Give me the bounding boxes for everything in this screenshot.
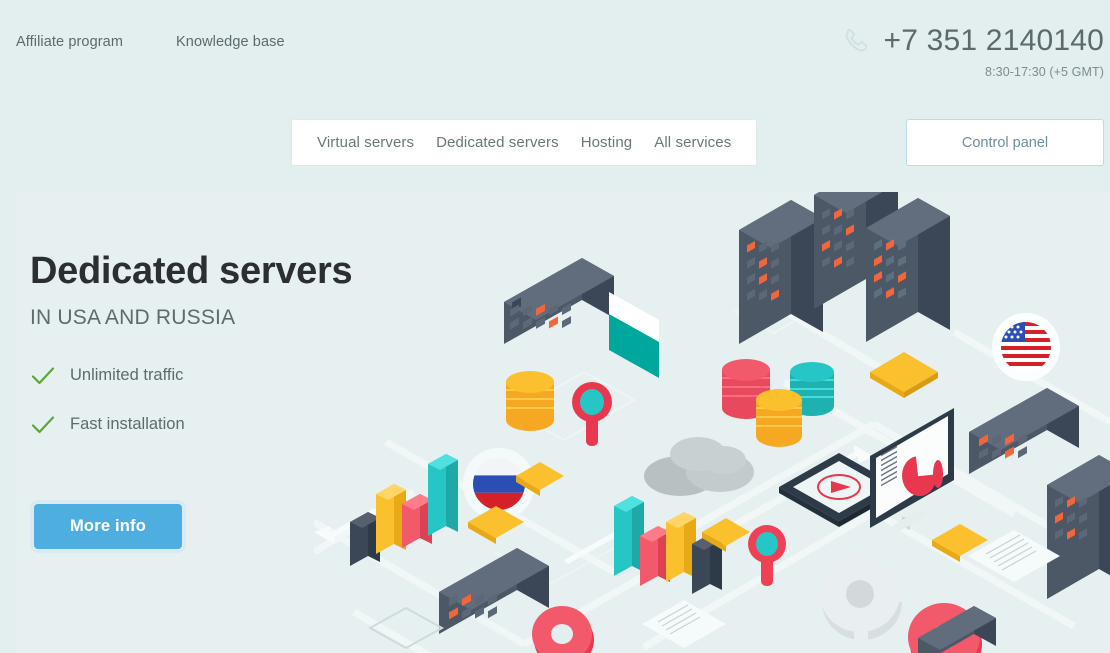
hero-copy: Dedicated servers IN USA AND RUSSIA Unli… — [30, 250, 450, 553]
magnifier-red — [572, 382, 612, 446]
feature-item: Fast installation — [30, 410, 450, 440]
phone-hours: 8:30-17:30 (+5 GMT) — [985, 65, 1104, 79]
server-rack — [969, 388, 1079, 474]
top-bar: Affiliate program Knowledge base +7 351 … — [0, 0, 1110, 100]
nav-item-hosting[interactable]: Hosting — [570, 134, 644, 151]
contact-block: +7 351 2140140 8:30-17:30 (+5 GMT) — [843, 26, 1104, 79]
more-info-button[interactable]: More info — [34, 503, 182, 549]
top-link-affiliate-program[interactable]: Affiliate program — [16, 34, 123, 50]
cloud-icon — [644, 437, 754, 496]
note-yellow — [870, 352, 938, 398]
top-link-knowledge-base[interactable]: Knowledge base — [176, 34, 285, 50]
check-icon — [31, 416, 55, 433]
cta-focus-ring: More info — [30, 499, 186, 553]
gear-white — [816, 550, 906, 640]
feature-item: Unlimited traffic — [30, 361, 450, 391]
feature-label: Fast installation — [70, 415, 185, 434]
server-rack — [504, 258, 614, 344]
phone-icon — [846, 28, 868, 52]
check-icon — [31, 367, 55, 384]
hero-subtitle: IN USA AND RUSSIA — [30, 305, 236, 329]
feature-label: Unlimited traffic — [70, 366, 184, 385]
server-tower — [1047, 455, 1110, 599]
coin-stack-yellow — [506, 371, 554, 431]
server-tower — [739, 200, 823, 344]
page-title: Dedicated servers — [30, 250, 353, 292]
magnifier-pink — [748, 525, 786, 586]
folder-icon — [609, 292, 659, 378]
flag-usa — [992, 313, 1060, 381]
nav-item-all-services[interactable]: All services — [643, 134, 742, 151]
phone-row[interactable]: +7 351 2140140 — [843, 26, 1104, 56]
nav-item-dedicated-servers[interactable]: Dedicated servers — [425, 134, 570, 151]
top-links: Affiliate program Knowledge base — [16, 34, 285, 50]
phone-number: +7 351 2140140 — [883, 24, 1104, 57]
control-panel-button[interactable]: Control panel — [906, 119, 1104, 166]
main-nav: Virtual servers Dedicated servers Hostin… — [291, 119, 758, 166]
coin-stack-yellow — [756, 389, 802, 447]
landing-page: Affiliate program Knowledge base +7 351 … — [0, 0, 1110, 653]
bar-chart — [614, 496, 722, 594]
hero-section: Dedicated servers IN USA AND RUSSIA Unli… — [16, 192, 1110, 653]
feature-list: Unlimited traffic Fast installation — [30, 361, 450, 440]
nav-item-virtual-servers[interactable]: Virtual servers — [306, 134, 425, 151]
